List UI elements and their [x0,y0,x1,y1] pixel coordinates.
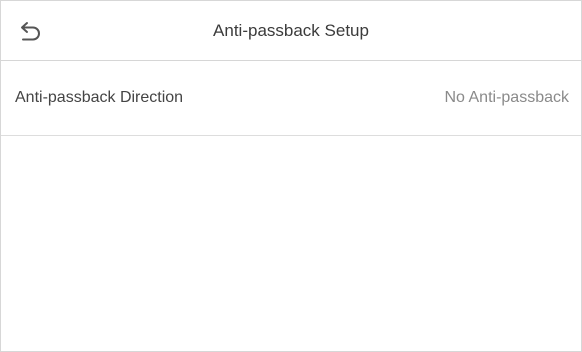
anti-passback-direction-row[interactable]: Anti-passback Direction No Anti-passback [1,61,581,136]
header-bar: Anti-passback Setup [1,1,581,61]
settings-screen: Anti-passback Setup Anti-passback Direct… [0,0,582,352]
setting-label: Anti-passback Direction [15,89,184,106]
page-title: Anti-passback Setup [213,21,369,40]
setting-value: No Anti-passback [444,89,569,106]
back-arrow-icon [21,22,40,41]
back-button[interactable] [13,15,49,47]
